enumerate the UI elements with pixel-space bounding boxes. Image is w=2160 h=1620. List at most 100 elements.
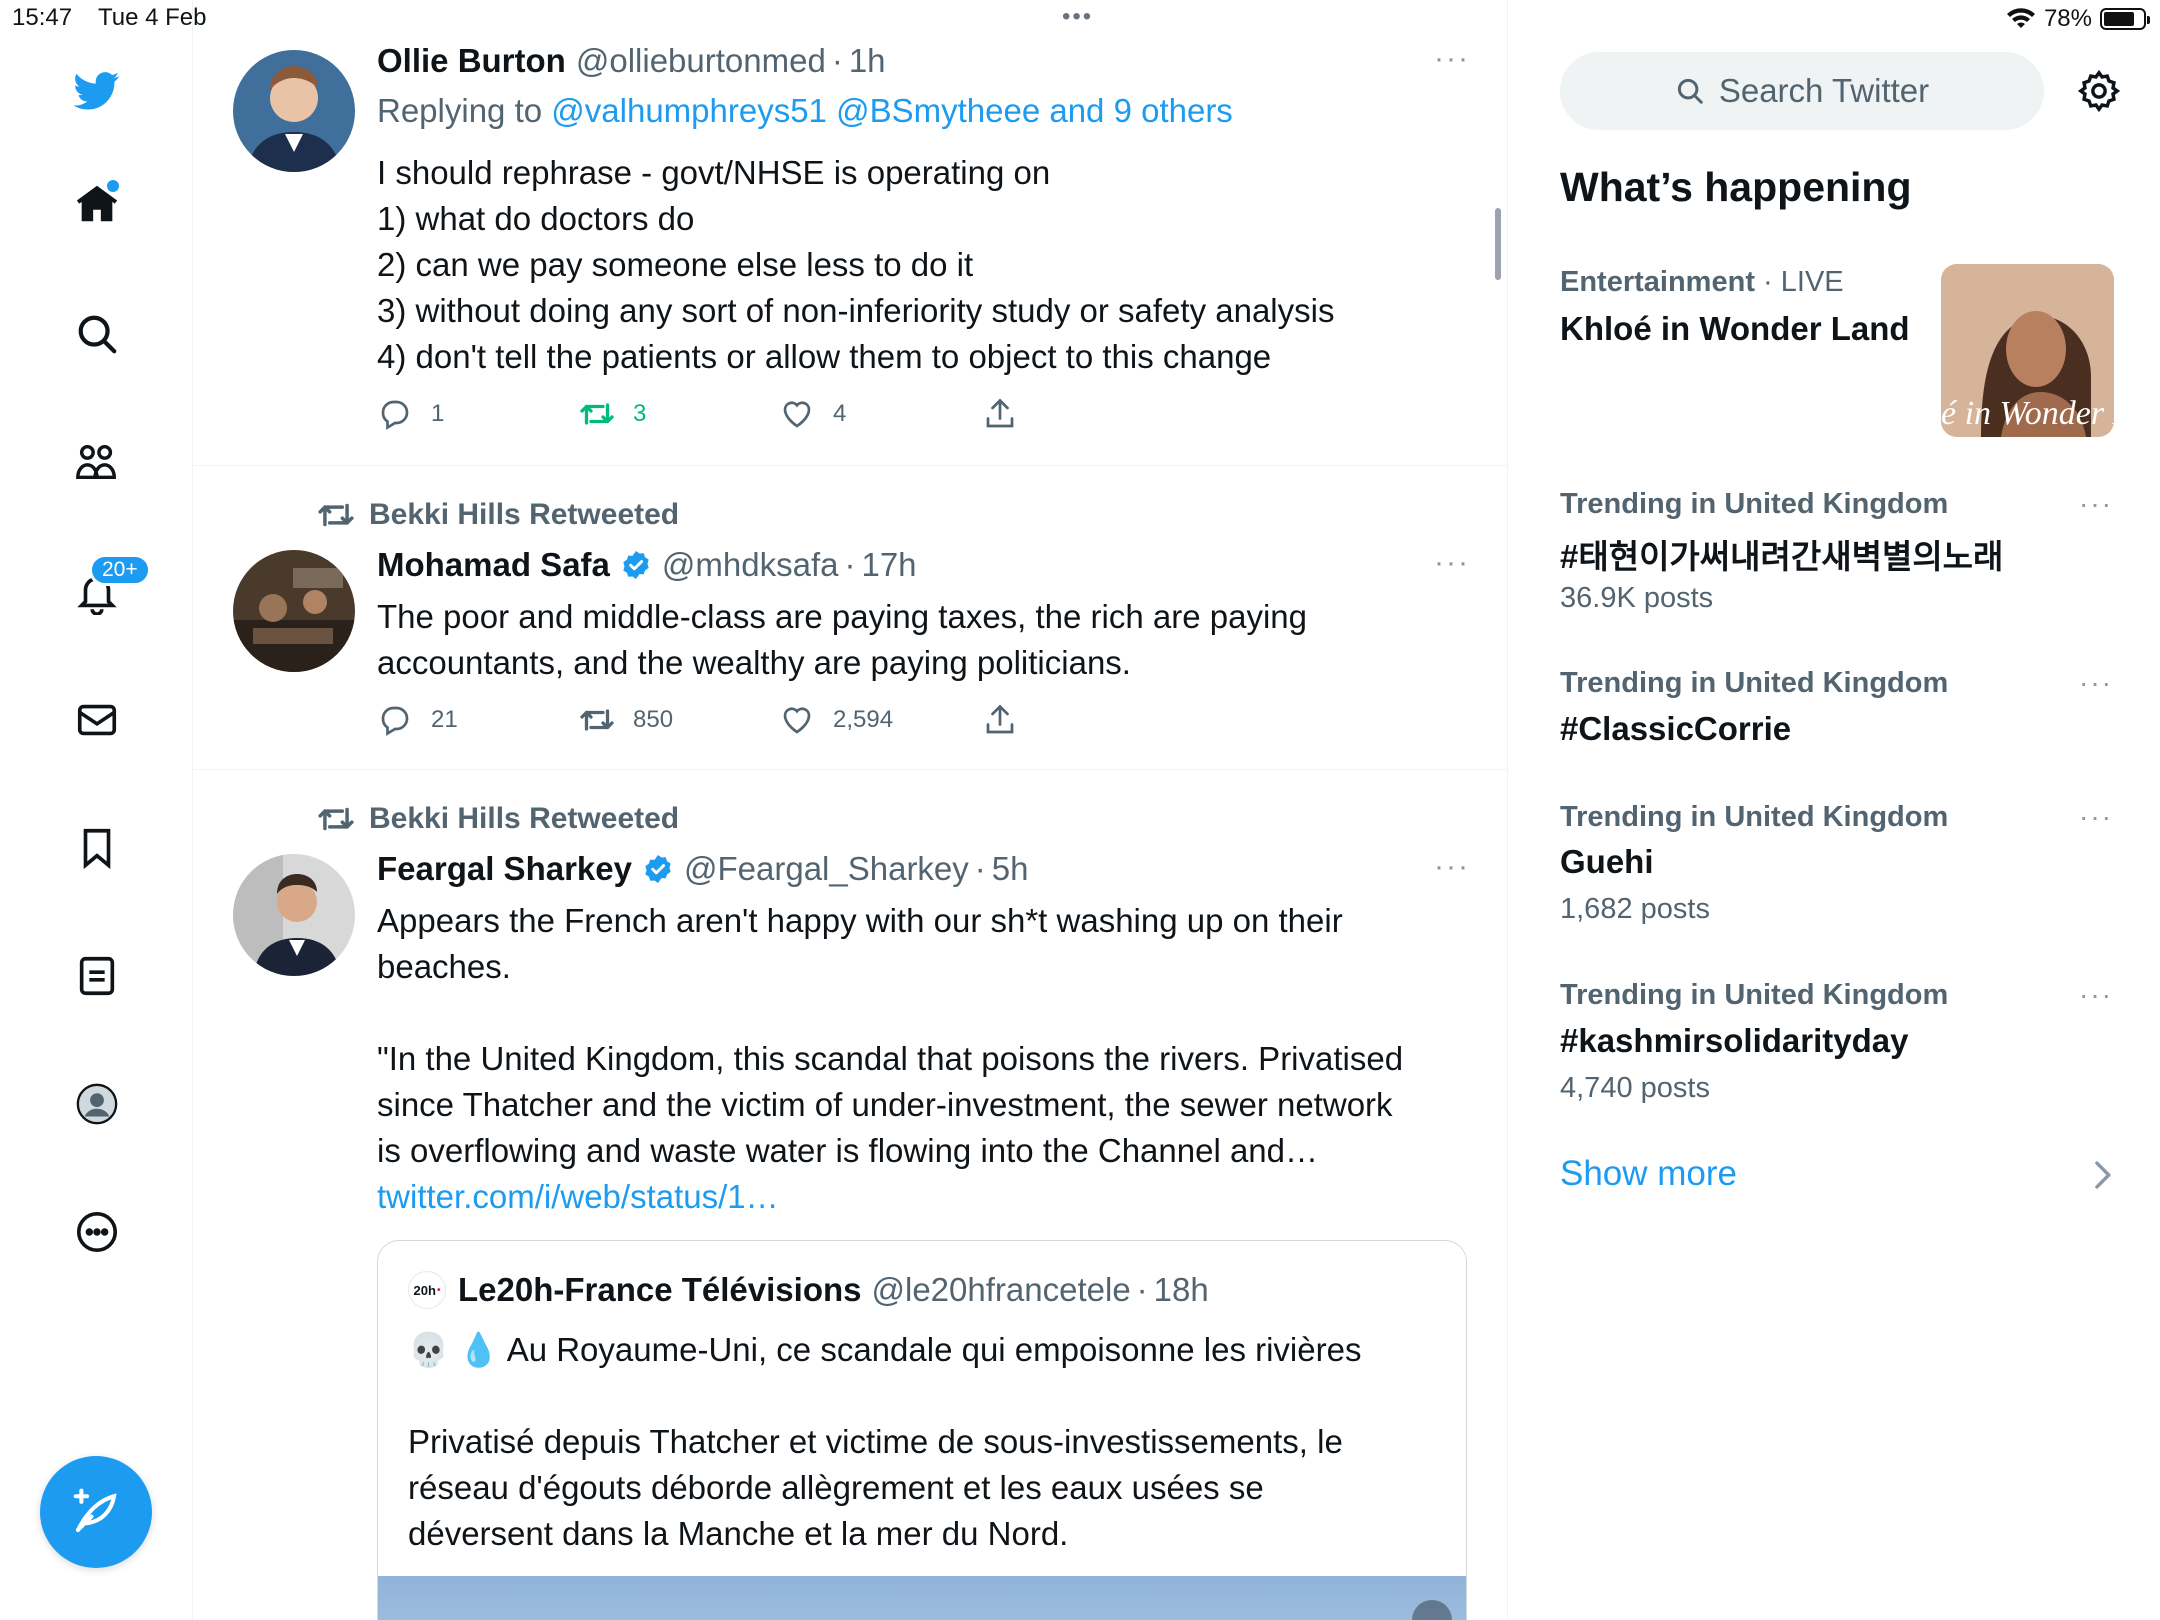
logo-text: 20h (413, 1282, 436, 1298)
reply-mentions-link[interactable]: @valhumphreys51 @BSmytheee and 9 others (551, 92, 1233, 129)
show-more-link[interactable]: Show more (1560, 1154, 1737, 1194)
search-icon[interactable] (71, 308, 123, 360)
bookmarks-icon[interactable] (71, 822, 123, 874)
retweeted-by[interactable]: Bekki Hills Retweeted (369, 802, 679, 836)
home-icon[interactable] (71, 178, 123, 230)
tweet-text: I should rephrase - govt/NHSE is operati… (377, 150, 1457, 380)
twitter-logo-icon[interactable] (71, 64, 123, 116)
author-name[interactable]: Feargal Sharkey (377, 850, 632, 888)
author-handle[interactable]: @mhdksafa (662, 546, 839, 584)
compose-tweet-button[interactable] (40, 1456, 152, 1568)
reply-button[interactable]: 1 (377, 396, 444, 432)
replying-to: Replying to @valhumphreys51 @BSmytheee a… (377, 92, 1233, 130)
tweet-text-line: 4) don't tell the patients or allow them… (377, 338, 1272, 375)
tweet-text-line: Appears the French aren't happy with our… (377, 902, 1343, 939)
tweet[interactable]: Ollie Burton @ollieburtonmed · 1h ··· Re… (193, 0, 1507, 466)
verified-badge-icon (642, 853, 674, 885)
featured-trend-name[interactable]: Khloé in Wonder Land (1560, 310, 1910, 348)
tweet-time[interactable]: 1h (849, 42, 886, 80)
timeline-scrollbar[interactable] (1495, 208, 1501, 280)
tweet-more-button[interactable]: ··· (1434, 42, 1470, 76)
quoted-media-image[interactable] (378, 1576, 1466, 1620)
chevron-right-icon[interactable] (2089, 1158, 2115, 1192)
share-button[interactable] (982, 702, 1018, 738)
reply-icon (381, 706, 409, 736)
author-name[interactable]: Mohamad Safa (377, 546, 610, 584)
heart-icon (783, 707, 811, 734)
tweet-text-blank-line (377, 990, 1457, 1036)
quoted-author-handle[interactable]: @le20hfrancetele (872, 1271, 1131, 1309)
trend-more-button[interactable]: ··· (2079, 488, 2113, 520)
retweeted-by[interactable]: Bekki Hills Retweeted (369, 498, 679, 532)
tweet-text-line: 2) can we pay someone else less to do it (377, 246, 974, 283)
quoted-tweet[interactable]: 20h • Le20h-France Télévisions @le20hfran… (377, 1240, 1467, 1620)
home-timeline[interactable]: Ollie Burton @ollieburtonmed · 1h ··· Re… (193, 0, 1508, 1620)
tweet-more-button[interactable]: ··· (1434, 546, 1470, 580)
heart-icon (783, 401, 811, 428)
tweet-more-button[interactable]: ··· (1434, 850, 1470, 884)
tweet-text-line: beaches. (377, 948, 511, 985)
share-icon (986, 398, 1014, 428)
avatar[interactable] (233, 50, 355, 172)
like-count: 4 (833, 400, 847, 427)
tweet-time[interactable]: 17h (861, 546, 916, 584)
tweet-time[interactable]: 5h (992, 850, 1029, 888)
featured-trend-image[interactable]: é in Wonder L (1941, 264, 2114, 437)
trend-more-button[interactable]: ··· (2079, 667, 2113, 699)
author-handle[interactable]: @Feargal_Sharkey (684, 850, 969, 888)
tweet[interactable]: Bekki Hills Retweeted Mohamad Safa @mhdk… (193, 466, 1507, 770)
share-button[interactable] (982, 396, 1018, 432)
tweet-text-line: since Thatcher and the victim of under-i… (377, 1086, 1393, 1123)
social-context: Bekki Hills Retweeted (317, 496, 679, 534)
trend-more-button[interactable]: ··· (2079, 801, 2113, 833)
quoted-tweet-time[interactable]: 18h (1154, 1271, 1209, 1309)
author-name[interactable]: Ollie Burton (377, 42, 566, 80)
retweet-button[interactable]: 3 (579, 396, 646, 432)
reply-button[interactable]: 21 (377, 702, 458, 738)
more-options-icon[interactable] (71, 1206, 123, 1258)
notifications-icon[interactable]: 20+ (71, 554, 151, 618)
quoted-author-name[interactable]: Le20h-France Télévisions (458, 1271, 862, 1309)
trend-count: 1,682 posts (1560, 893, 1710, 925)
avatar[interactable] (233, 550, 355, 672)
profile-avatar-icon[interactable] (71, 1078, 123, 1130)
le20h-logo-icon[interactable]: 20h • (408, 1271, 446, 1309)
trend-name[interactable]: Guehi (1560, 843, 1654, 881)
tweet-text-line: 1) what do doctors do (377, 200, 695, 237)
featured-category-label: Entertainment (1560, 266, 1755, 298)
tweet-text-line: The poor and middle-class are paying tax… (377, 598, 1308, 635)
tweet-header: Feargal Sharkey @Feargal_Sharkey · 5h (377, 850, 1029, 888)
tweet-text: The poor and middle-class are paying tax… (377, 594, 1457, 686)
trend-more-button[interactable]: ··· (2079, 979, 2113, 1011)
quoted-text-blank-line (408, 1373, 1438, 1419)
lists-icon[interactable] (71, 950, 123, 1002)
author-handle[interactable]: @ollieburtonmed (576, 42, 826, 80)
retweet-icon (318, 807, 354, 831)
retweet-button[interactable]: 850 (579, 702, 673, 738)
quoted-text-line: 💀 💧 Au Royaume-Uni, ce scandale qui empo… (408, 1331, 1362, 1368)
notifications-badge: 20+ (89, 554, 151, 586)
messages-icon[interactable] (71, 694, 123, 746)
trend-name[interactable]: #태현이가써내려간새벽별의노래 (1560, 530, 2003, 578)
quoted-tweet-header: 20h • Le20h-France Télévisions @le20hfran… (408, 1271, 1209, 1309)
tweet-link[interactable]: twitter.com/i/web/status/1… (377, 1174, 1457, 1220)
quoted-tweet-text: 💀 💧 Au Royaume-Uni, ce scandale qui empo… (408, 1327, 1438, 1557)
settings-gear-icon[interactable] (2076, 68, 2122, 114)
communities-icon[interactable] (71, 436, 123, 488)
whats-happening-title: What’s happening (1560, 164, 1912, 210)
reply-count: 21 (431, 706, 458, 733)
separator: · (974, 850, 986, 887)
like-button[interactable]: 2,594 (779, 702, 893, 738)
avatar[interactable] (233, 854, 355, 976)
tweet-actions: 1 3 4 (377, 396, 1077, 436)
tweet-text-line: is overflowing and waste water is flowin… (377, 1132, 1319, 1169)
left-nav: 20+ (0, 0, 193, 1620)
verified-badge-icon (620, 549, 652, 581)
like-button[interactable]: 4 (779, 396, 846, 432)
retweet-icon (580, 403, 614, 425)
trend-name[interactable]: #ClassicCorrie (1560, 710, 1791, 748)
trend-name[interactable]: #kashmirsolidarityday (1560, 1022, 1909, 1060)
search-twitter-input[interactable]: Search Twitter (1560, 52, 2044, 130)
reply-count: 1 (431, 400, 445, 427)
tweet-text-line: "In the United Kingdom, this scandal tha… (377, 1040, 1404, 1077)
